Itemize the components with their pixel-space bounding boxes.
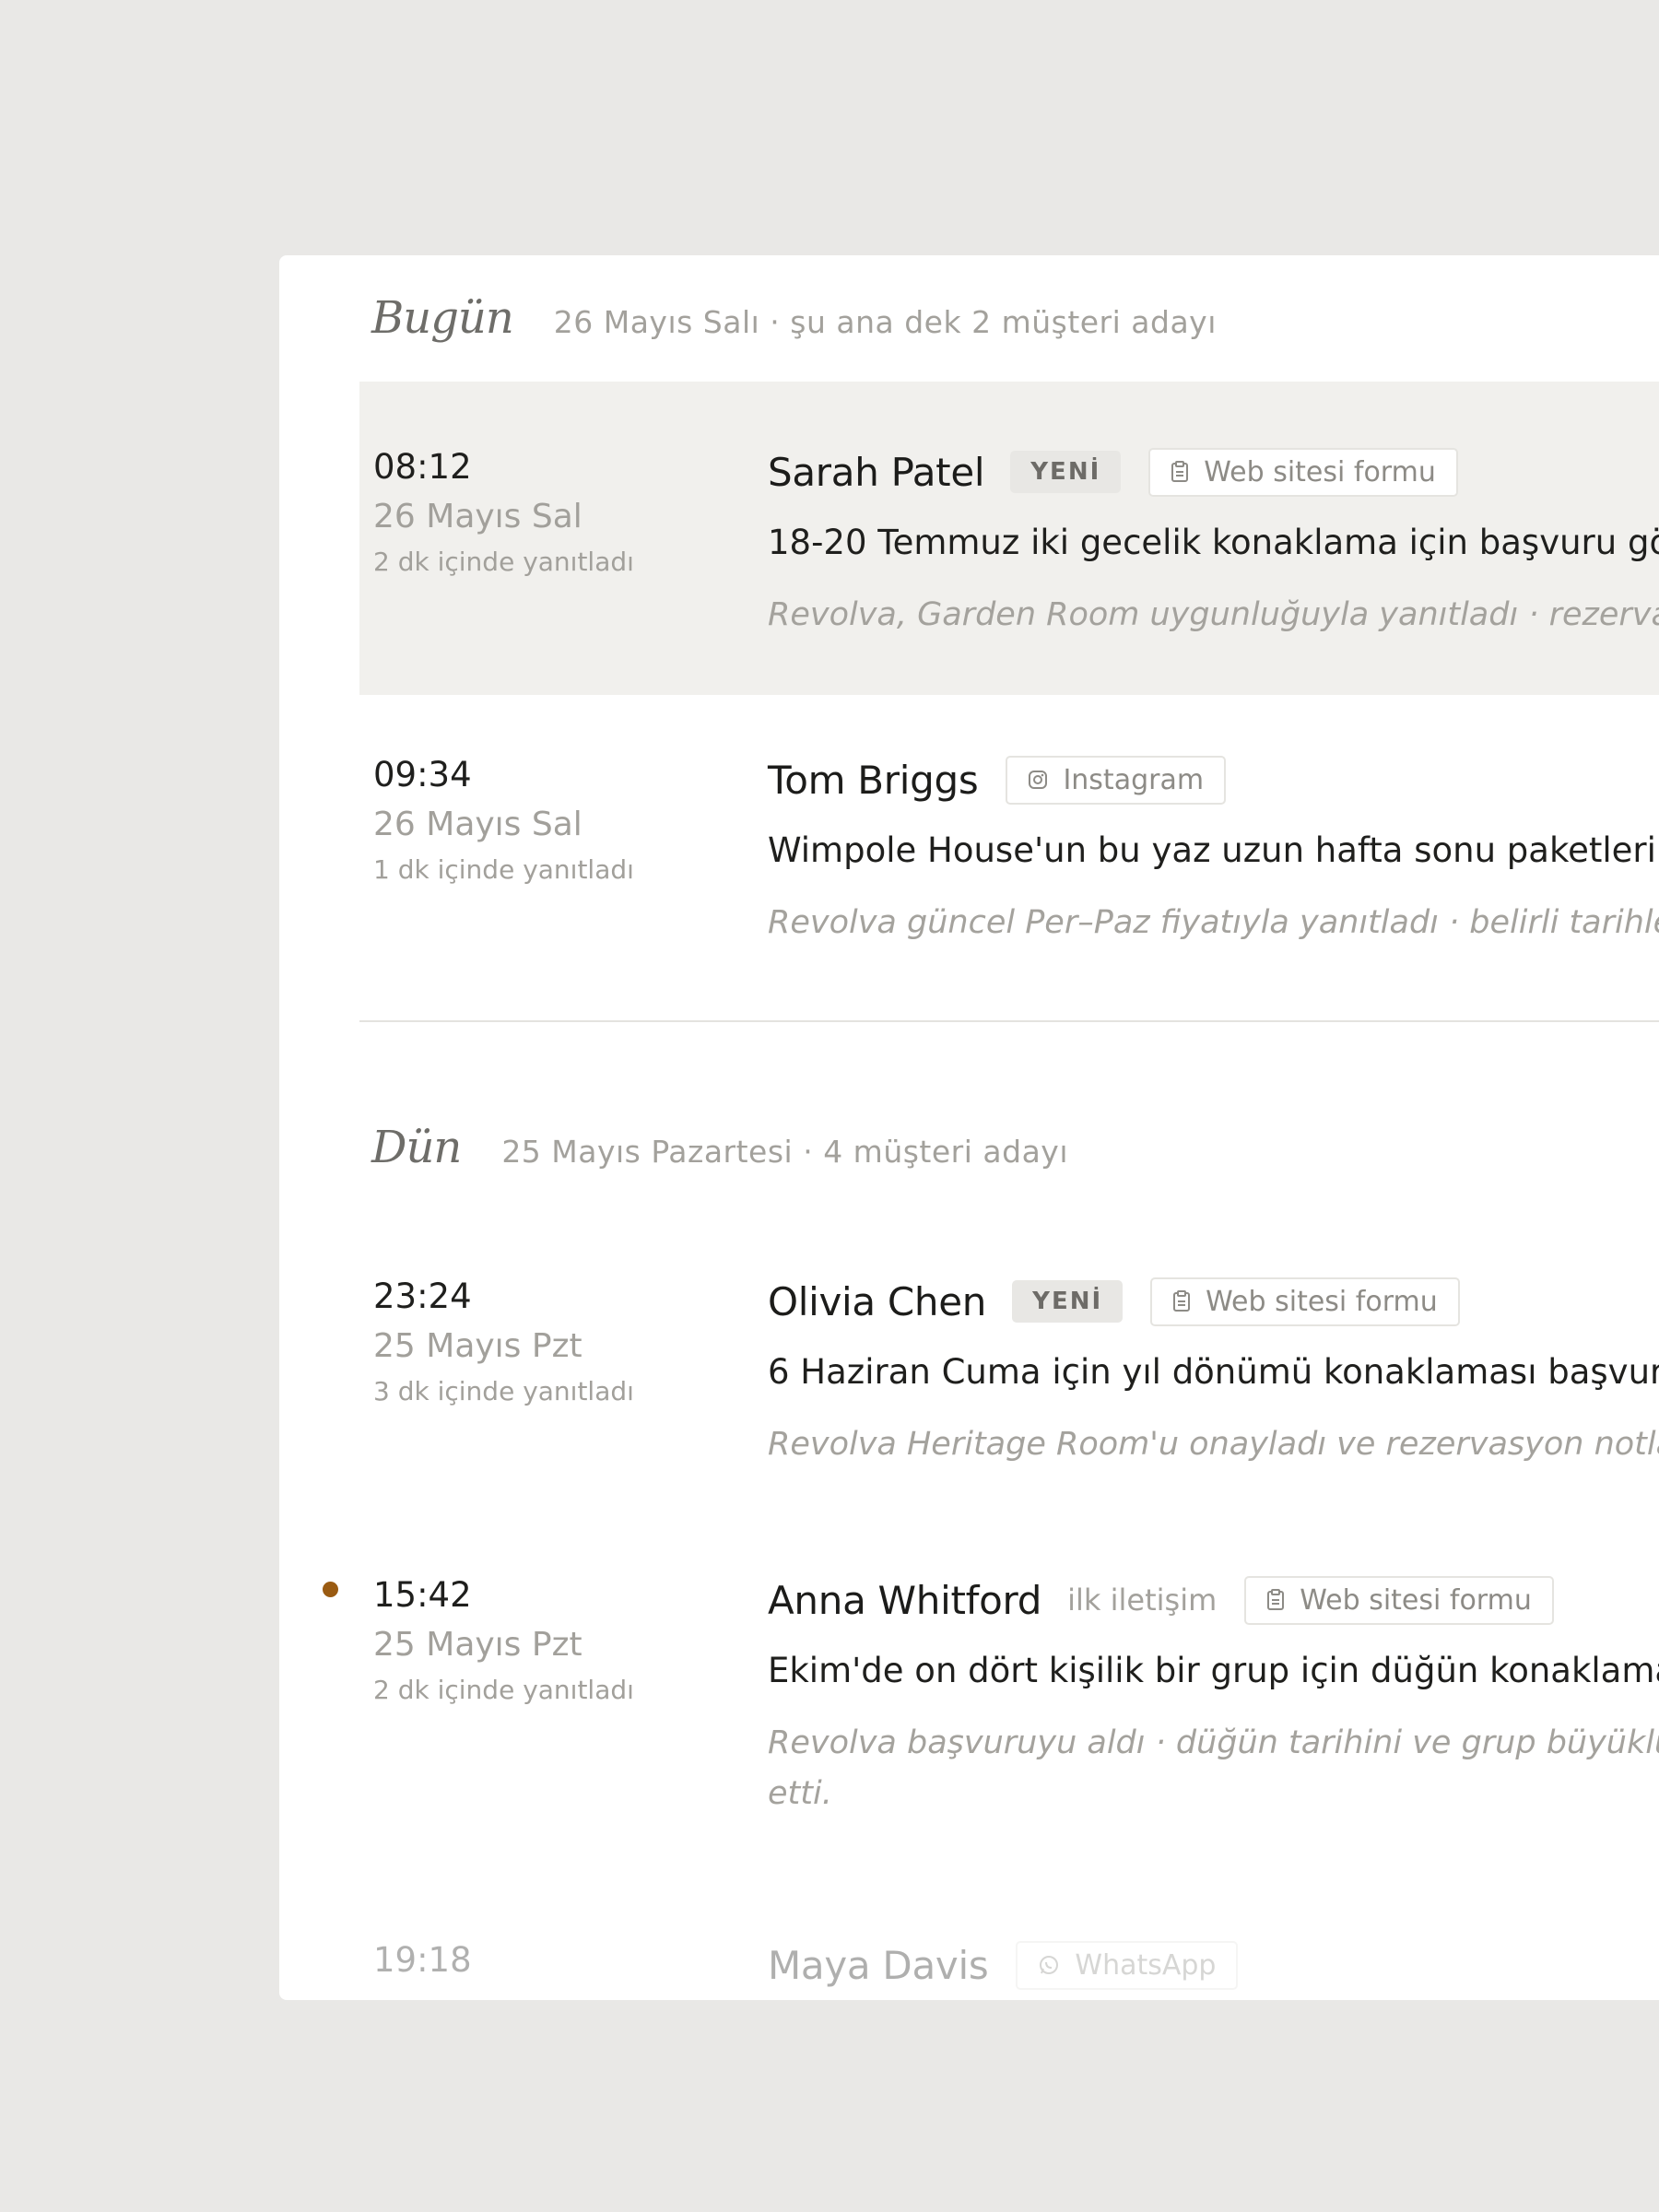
lead-message: 18-20 Temmuz iki gecelik konaklama için … [768, 523, 1659, 562]
lead-response-time: 2 dk içinde yanıtladı [373, 547, 634, 577]
lead-row[interactable]: 19:18 Maya Davis WhatsApp [359, 1865, 1659, 2000]
lead-ai-summary: Revolva güncel Per–Paz fiyatıyla yanıtla… [768, 904, 1659, 941]
source-chip[interactable]: WhatsApp [1016, 1940, 1239, 1990]
lead-message: Ekim'de on dört kişilik bir grup için dü… [768, 1651, 1659, 1690]
yesterday-subtitle: 25 Mayıs Pazartesi · 4 müşteri adayı [501, 1134, 1068, 1170]
today-title: Bugün [371, 292, 514, 344]
source-label: Web sitesi formu [1204, 455, 1436, 488]
lead-content: Maya Davis WhatsApp [768, 1939, 1659, 1991]
source-chip[interactable]: Instagram [1006, 755, 1227, 805]
lead-message: Wimpole House'un bu yaz uzun hafta sonu … [768, 830, 1659, 870]
clipboard-icon [1172, 1290, 1191, 1312]
source-label: Instagram [1063, 763, 1205, 796]
source-label: WhatsApp [1075, 1948, 1217, 1982]
lead-ai-summary: Revolva, Garden Room uygunluğuyla yanıtl… [768, 596, 1659, 633]
unread-indicator-dot [323, 1582, 338, 1597]
yesterday-title: Dün [371, 1122, 462, 1173]
lead-row[interactable]: 15:42 25 Mayıs Pzt 2 dk içinde yanıtladı… [323, 1515, 1659, 1865]
lead-date: 25 Mayıs Pzt [373, 1626, 582, 1664]
yesterday-section-header: Dün 25 Mayıs Pazartesi · 4 müşteri adayı [371, 1122, 1068, 1173]
today-subtitle: 26 Mayıs Salı · şu ana dek 2 müşteri ada… [553, 304, 1217, 340]
lead-time-column: 15:42 25 Mayıs Pzt 2 dk içinde yanıtladı [373, 1574, 760, 1709]
lead-date: 26 Mayıs Sal [373, 498, 582, 535]
lead-name[interactable]: Tom Briggs [768, 758, 979, 803]
lead-time-column: 08:12 26 Mayıs Sal 2 dk içinde yanıtladı [373, 446, 760, 581]
lead-time: 15:42 [373, 1575, 472, 1615]
source-chip[interactable]: Web sitesi formu [1150, 1277, 1460, 1326]
lead-response-time: 1 dk içinde yanıtladı [373, 854, 634, 885]
lead-name[interactable]: Olivia Chen [768, 1279, 986, 1324]
lead-time-column: 19:18 [373, 1939, 760, 1982]
lead-time: 23:24 [373, 1277, 472, 1316]
lead-date: 25 Mayıs Pzt [373, 1327, 582, 1365]
lead-content: Tom Briggs Instagram Wimpole House'un bu… [768, 754, 1659, 948]
lead-time: 08:12 [373, 447, 472, 487]
new-badge: YENİ [1010, 451, 1122, 493]
lead-time-column: 23:24 25 Mayıs Pzt 3 dk içinde yanıtladı [373, 1276, 760, 1410]
lead-ai-summary: Revolva Heritage Room'u onayladı ve reze… [768, 1426, 1659, 1463]
section-divider [359, 1020, 1659, 1022]
lead-name[interactable]: Anna Whitford [768, 1578, 1041, 1623]
lead-response-time: 2 dk içinde yanıtladı [373, 1675, 634, 1705]
lead-row[interactable]: 09:34 26 Mayıs Sal 1 dk içinde yanıtladı… [359, 695, 1659, 1018]
clipboard-icon [1266, 1589, 1285, 1611]
lead-ai-summary-line: etti. [768, 1775, 832, 1812]
lead-content: Anna Whitford ilk iletişim Web sitesi fo… [768, 1574, 1659, 1819]
source-chip[interactable]: Web sitesi formu [1148, 447, 1458, 497]
whatsapp-icon [1038, 1954, 1060, 1976]
lead-time-column: 09:34 26 Mayıs Sal 1 dk içinde yanıtladı [373, 754, 760, 888]
today-section-header: Bugün 26 Mayıs Salı · şu ana dek 2 müşte… [371, 292, 1217, 344]
lead-ai-summary-line: Revolva başvuruyu aldı · düğün tarihini … [768, 1724, 1659, 1761]
lead-response-time: 3 dk içinde yanıtladı [373, 1376, 634, 1406]
lead-date: 26 Mayıs Sal [373, 806, 582, 843]
source-label: Web sitesi formu [1206, 1285, 1438, 1318]
lead-row[interactable]: 08:12 26 Mayıs Sal 2 dk içinde yanıtladı… [359, 382, 1659, 695]
clipboard-icon [1171, 461, 1189, 483]
lead-time: 09:34 [373, 755, 472, 794]
lead-inbox-panel: Bugün 26 Mayıs Salı · şu ana dek 2 müşte… [279, 255, 1659, 2000]
source-chip[interactable]: Web sitesi formu [1244, 1575, 1554, 1625]
lead-name[interactable]: Maya Davis [768, 1943, 989, 1988]
lead-content: Olivia Chen YENİ Web sitesi formu 6 Hazi… [768, 1276, 1659, 1470]
lead-message: 6 Haziran Cuma için yıl dönümü konaklama… [768, 1352, 1659, 1392]
instagram-icon [1028, 770, 1048, 790]
lead-name[interactable]: Sarah Patel [768, 450, 985, 495]
lead-ai-summary: Revolva başvuruyu aldı · düğün tarihini … [768, 1718, 1659, 1819]
source-label: Web sitesi formu [1300, 1583, 1532, 1617]
new-badge: YENİ [1012, 1280, 1124, 1323]
lead-time: 19:18 [373, 1940, 472, 1980]
first-contact-tag: ilk iletişim [1067, 1583, 1218, 1618]
lead-content: Sarah Patel YENİ Web sitesi formu 18-20 … [768, 446, 1659, 641]
lead-row[interactable]: 23:24 25 Mayıs Pzt 3 dk içinde yanıtladı… [359, 1211, 1659, 1515]
